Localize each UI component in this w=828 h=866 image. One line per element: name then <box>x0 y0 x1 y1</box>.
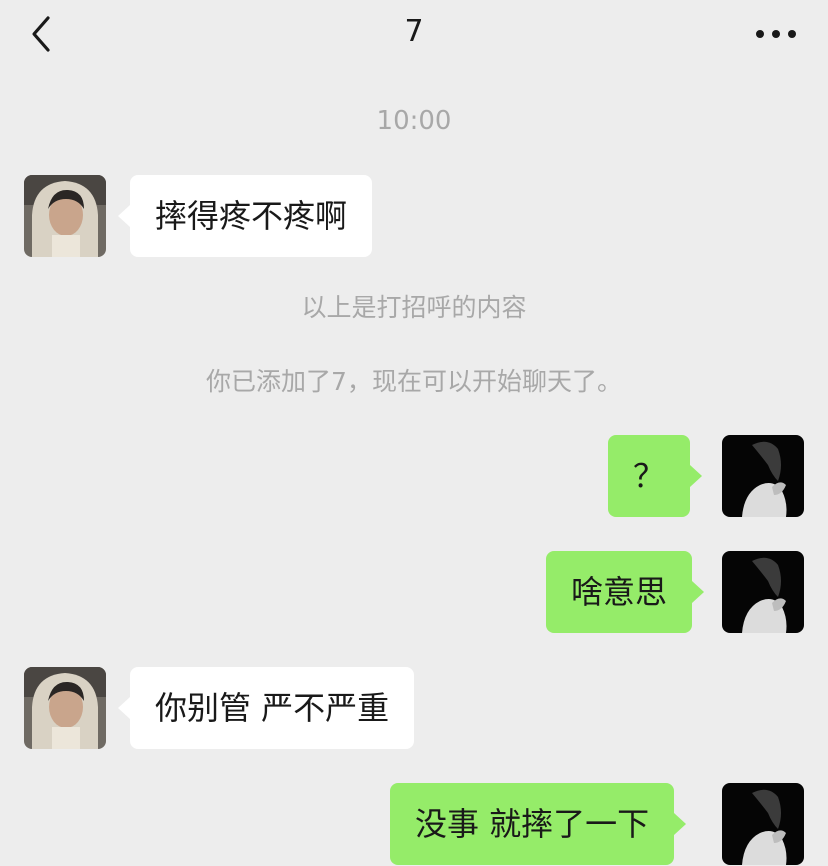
my-avatar[interactable] <box>722 435 804 517</box>
message-bubble-outgoing[interactable]: ？ <box>608 435 703 517</box>
contact-avatar-image <box>24 667 106 749</box>
message-timestamp: 10:00 <box>376 106 452 136</box>
my-avatar-image <box>722 435 804 517</box>
message-bubble-incoming[interactable]: 摔得疼不疼啊 <box>117 175 373 257</box>
contact-avatar[interactable] <box>24 667 106 749</box>
my-avatar-image <box>722 783 804 865</box>
more-button[interactable] <box>754 22 798 46</box>
my-avatar[interactable] <box>722 783 804 865</box>
system-notice: 以上是打招呼的内容 <box>301 293 527 322</box>
chat-title: 7 <box>404 14 424 49</box>
message-bubble-outgoing[interactable]: 啥意思 <box>546 551 705 633</box>
message-bubble-outgoing[interactable]: 没事 就摔了一下 <box>390 783 687 865</box>
contact-avatar[interactable] <box>24 175 106 257</box>
contact-avatar-image <box>24 175 106 257</box>
message-bubble-incoming[interactable]: 你别管 严不严重 <box>117 667 415 749</box>
top-bar: 7 <box>0 0 828 70</box>
my-avatar-image <box>722 551 804 633</box>
my-avatar[interactable] <box>722 551 804 633</box>
more-dots-icon <box>756 30 796 38</box>
system-notice: 你已添加了7，现在可以开始聊天了。 <box>206 367 622 396</box>
